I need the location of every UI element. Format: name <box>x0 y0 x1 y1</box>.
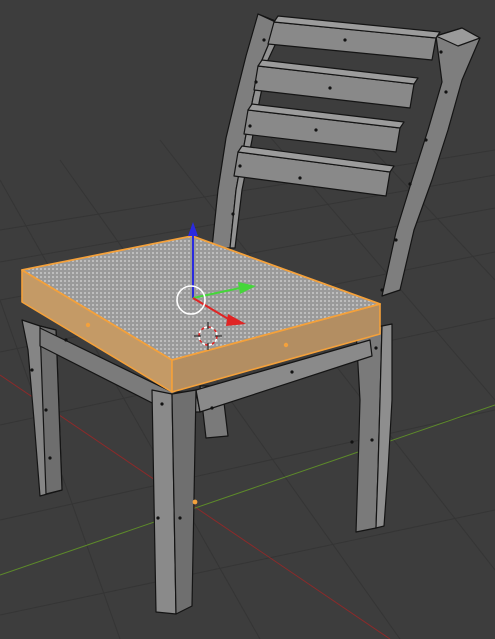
chair-mesh[interactable] <box>21 13 481 615</box>
viewport-canvas[interactable] <box>0 0 495 639</box>
3d-viewport[interactable] <box>0 0 495 639</box>
chair-back-post-right[interactable] <box>381 27 481 297</box>
y-axis-line <box>0 404 495 576</box>
